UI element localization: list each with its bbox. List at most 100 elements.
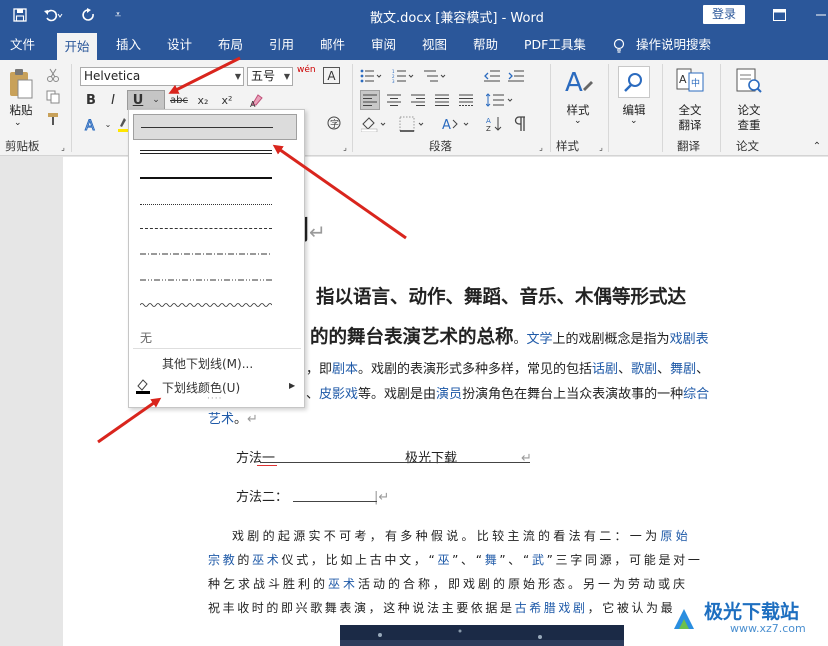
tab-file[interactable]: 文件 bbox=[6, 30, 39, 60]
svg-text:A: A bbox=[486, 117, 491, 125]
subscript-button[interactable]: x₂ bbox=[193, 90, 213, 110]
increase-indent-icon[interactable] bbox=[506, 67, 526, 85]
format-painter-icon[interactable] bbox=[44, 110, 62, 128]
tab-mailings[interactable]: 邮件 bbox=[316, 30, 349, 60]
paste-label[interactable]: 粘贴 bbox=[6, 102, 36, 118]
paper-check-icon[interactable] bbox=[733, 66, 765, 96]
search-icon[interactable] bbox=[618, 66, 650, 98]
underline-button[interactable]: U bbox=[128, 90, 148, 110]
asian-layout-icon[interactable]: A bbox=[440, 114, 474, 134]
styles-icon[interactable]: A bbox=[562, 66, 594, 98]
svg-text:A: A bbox=[85, 118, 95, 132]
paper-check-line-2[interactable]: 查重 bbox=[729, 117, 769, 133]
paste-dropdown-icon[interactable]: ⌄ bbox=[14, 118, 22, 128]
numbering-icon[interactable]: 123 bbox=[390, 67, 418, 85]
borders-icon[interactable] bbox=[398, 114, 428, 134]
line-spacing-icon[interactable] bbox=[484, 90, 518, 110]
ribbon-display-options-icon[interactable] bbox=[766, 0, 792, 30]
underline-option-dotted[interactable] bbox=[133, 192, 297, 218]
translate-line-1[interactable]: 全文 bbox=[670, 102, 710, 118]
customize-quick-access-icon[interactable]: ⩡ bbox=[108, 0, 128, 30]
paragraph-group-label: 段落 bbox=[429, 139, 452, 153]
login-button[interactable]: 登录 bbox=[703, 5, 745, 24]
italic-button[interactable]: I bbox=[104, 90, 122, 110]
clipboard-launcher-icon[interactable]: ⌟ bbox=[58, 142, 68, 152]
translate-line-2[interactable]: 翻译 bbox=[670, 117, 710, 133]
sort-icon[interactable]: AZ bbox=[484, 114, 506, 134]
underline-option-wave[interactable] bbox=[133, 294, 297, 320]
underline-style-dropdown: 无 其他下划线(M)... 下划线颜色(U) ▶ ···· bbox=[128, 109, 305, 408]
align-right-icon[interactable] bbox=[408, 90, 428, 110]
underline-option-none[interactable]: 无 bbox=[140, 329, 152, 346]
superscript-button[interactable]: x² bbox=[217, 90, 237, 110]
paragraph-launcher-icon[interactable]: ⌟ bbox=[536, 142, 546, 152]
copy-icon[interactable] bbox=[44, 88, 62, 106]
show-marks-icon[interactable] bbox=[510, 114, 532, 134]
character-border-icon[interactable]: A bbox=[323, 67, 340, 84]
paragraph-1-line-1: 指以语言、动作、舞蹈、音乐、木偶等形式达 bbox=[316, 287, 687, 308]
paragraph-1-line-4: 、皮影戏等。戏剧是由演员扮演角色在舞台上当众表演故事的一种综合 bbox=[306, 387, 710, 402]
resize-grip-icon[interactable]: ···· bbox=[207, 394, 222, 404]
justify-icon[interactable] bbox=[432, 90, 452, 110]
bold-button[interactable]: B bbox=[82, 90, 100, 110]
save-icon[interactable] bbox=[6, 0, 34, 30]
font-size-value: 五号 bbox=[251, 69, 276, 83]
watermark-url: www.xz7.com bbox=[730, 622, 806, 635]
enclose-characters-icon[interactable]: 字 bbox=[327, 114, 341, 132]
align-left-icon[interactable] bbox=[360, 90, 380, 110]
tab-design[interactable]: 设计 bbox=[163, 30, 196, 60]
underline-option-dash-dot-dot[interactable] bbox=[133, 268, 297, 294]
strikethrough-button[interactable]: abc bbox=[168, 90, 190, 110]
underline-option-thick[interactable] bbox=[133, 166, 297, 192]
tab-insert[interactable]: 插入 bbox=[112, 30, 145, 60]
decrease-indent-icon[interactable] bbox=[482, 67, 502, 85]
multilevel-list-icon[interactable] bbox=[422, 67, 450, 85]
underline-option-single[interactable] bbox=[133, 114, 297, 140]
method-1-line: 方法一 极光下载 ↵ bbox=[236, 451, 532, 466]
chevron-down-icon[interactable]: ▼ bbox=[284, 68, 290, 85]
collapse-ribbon-icon[interactable]: ⌃ bbox=[810, 140, 824, 152]
translate-icon[interactable]: A中 bbox=[674, 66, 706, 94]
svg-text:中: 中 bbox=[691, 77, 700, 89]
redo-icon[interactable] bbox=[76, 0, 102, 30]
shading-icon[interactable] bbox=[360, 114, 390, 134]
tab-layout[interactable]: 布局 bbox=[214, 30, 247, 60]
underline-dropdown-icon[interactable]: ⌄ bbox=[150, 93, 162, 107]
tab-home[interactable]: 开始 bbox=[57, 33, 97, 60]
bullets-icon[interactable] bbox=[358, 67, 386, 85]
paste-icon[interactable] bbox=[6, 66, 36, 102]
more-underlines-menu-item[interactable]: 其他下划线(M)... bbox=[162, 355, 253, 372]
paper-check-line-1[interactable]: 论文 bbox=[729, 102, 769, 118]
tab-view[interactable]: 视图 bbox=[418, 30, 451, 60]
text-effects-dropdown-icon[interactable]: ⌄ bbox=[103, 117, 113, 131]
paragraph-1-line-2: 的的舞台表演艺术的总称。文学上的戏剧概念是指为戏剧表 bbox=[310, 327, 709, 348]
align-center-icon[interactable] bbox=[384, 90, 404, 110]
font-size-combo[interactable]: 五号 ▼ bbox=[247, 67, 293, 86]
distributed-icon[interactable] bbox=[456, 90, 476, 110]
cut-icon[interactable] bbox=[44, 66, 62, 84]
tab-pdf-tools[interactable]: PDF工具集 bbox=[520, 30, 590, 60]
styles-dropdown-icon[interactable]: ⌄ bbox=[574, 116, 582, 126]
styles-launcher-icon[interactable]: ⌟ bbox=[596, 142, 606, 152]
text-effects-icon[interactable]: A bbox=[82, 114, 100, 134]
font-launcher-icon[interactable]: ⌟ bbox=[340, 142, 350, 152]
chevron-down-icon[interactable]: ▼ bbox=[235, 68, 241, 85]
underline-option-dash-dot[interactable] bbox=[133, 242, 297, 268]
paper-group-label: 论文 bbox=[736, 139, 759, 153]
highlight-icon[interactable] bbox=[118, 114, 128, 134]
undo-icon[interactable] bbox=[38, 0, 68, 30]
paragraph-1-line-3: ，即剧本。戏剧的表演形式多种多样，常见的包括话剧、歌剧、舞剧、 bbox=[306, 362, 710, 377]
editing-dropdown-icon[interactable]: ⌄ bbox=[630, 116, 638, 126]
tab-review[interactable]: 审阅 bbox=[367, 30, 400, 60]
underline-option-dashed[interactable] bbox=[133, 216, 297, 242]
underline-color-menu-item[interactable]: 下划线颜色(U) bbox=[162, 379, 240, 396]
phonetic-guide-button[interactable]: wén bbox=[297, 65, 316, 75]
tab-help[interactable]: 帮助 bbox=[469, 30, 502, 60]
underline-option-double[interactable] bbox=[133, 141, 297, 167]
document-image[interactable] bbox=[340, 625, 624, 646]
minimize-icon[interactable] bbox=[808, 0, 828, 30]
clear-formatting-icon[interactable]: A bbox=[247, 90, 267, 110]
tab-references[interactable]: 引用 bbox=[265, 30, 298, 60]
font-name-combo[interactable]: Helvetica ▼ bbox=[80, 67, 244, 86]
tell-me-search[interactable]: 操作说明搜索 bbox=[632, 30, 715, 60]
